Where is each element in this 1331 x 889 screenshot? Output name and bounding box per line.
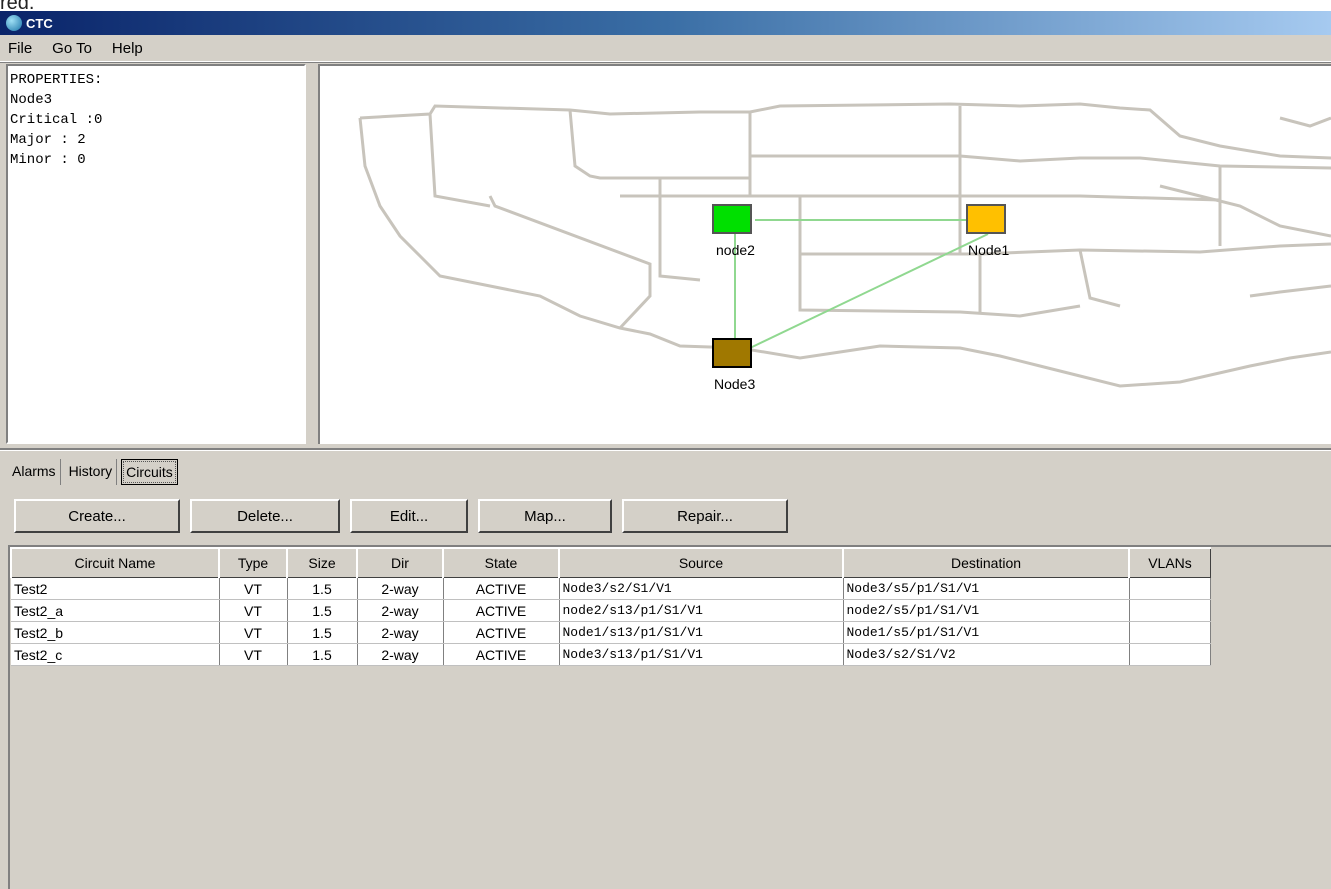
map-button[interactable]: Map... xyxy=(478,499,612,533)
cell-state: ACTIVE xyxy=(443,621,560,644)
cell-destination: Node3/s2/S1/V2 xyxy=(843,643,1130,666)
cell-dir: 2-way xyxy=(357,643,444,666)
cell-vlans xyxy=(1129,643,1211,666)
cell-state: ACTIVE xyxy=(443,643,560,666)
circuits-table-container[interactable]: Circuit Name Type Size Dir State Source … xyxy=(8,545,1331,889)
table-row[interactable]: Test2_a VT 1.5 2-way ACTIVE node2/s13/p1… xyxy=(11,599,1211,622)
col-source[interactable]: Source xyxy=(558,547,844,578)
cell-type: VT xyxy=(219,577,288,600)
cell-dir: 2-way xyxy=(357,577,444,600)
node1-label: Node1 xyxy=(968,242,1010,258)
table-header-row: Circuit Name Type Size Dir State Source … xyxy=(10,547,1211,578)
col-type[interactable]: Type xyxy=(218,547,288,578)
tab-alarms[interactable]: Alarms xyxy=(8,459,61,485)
cell-vlans xyxy=(1129,599,1211,622)
network-view: PROPERTIES: Node3 Critical :0 Major : 2 … xyxy=(0,62,1331,448)
cell-vlans xyxy=(1129,621,1211,644)
cell-dir: 2-way xyxy=(357,621,444,644)
col-circuit-name[interactable]: Circuit Name xyxy=(10,547,220,578)
view-tabs: Alarms History Circuits xyxy=(8,459,182,485)
node2-label: node2 xyxy=(716,242,755,258)
col-dir[interactable]: Dir xyxy=(356,547,444,578)
menu-help[interactable]: Help xyxy=(112,40,143,57)
node1-marker[interactable] xyxy=(966,204,1006,234)
ctc-app-icon xyxy=(6,15,22,31)
cell-destination: Node1/s5/p1/S1/V1 xyxy=(843,621,1130,644)
node3-label: Node3 xyxy=(714,376,756,392)
cell-type: VT xyxy=(219,599,288,622)
table-row[interactable]: Test2 VT 1.5 2-way ACTIVE Node3/s2/S1/V1… xyxy=(11,577,1211,600)
cell-size: 1.5 xyxy=(287,599,358,622)
cell-circuit-name: Test2_a xyxy=(11,599,220,622)
cell-size: 1.5 xyxy=(287,577,358,600)
cell-vlans xyxy=(1129,577,1211,600)
page: red. CTC File Go To Help PROPERTIES: Nod… xyxy=(0,0,1331,889)
cell-source: Node3/s2/S1/V1 xyxy=(559,577,844,600)
cell-source: node2/s13/p1/S1/V1 xyxy=(559,599,844,622)
cell-circuit-name: Test2_c xyxy=(11,643,220,666)
menu-file[interactable]: File xyxy=(8,40,32,57)
menu-bar: File Go To Help xyxy=(0,35,1331,62)
node2-marker[interactable] xyxy=(712,204,752,234)
col-state[interactable]: State xyxy=(442,547,560,578)
cell-type: VT xyxy=(219,643,288,666)
properties-minor: Minor : 0 xyxy=(10,152,86,168)
network-map[interactable]: node2 Node1 Node3 xyxy=(318,64,1331,444)
cell-size: 1.5 xyxy=(287,643,358,666)
cell-source: Node3/s13/p1/S1/V1 xyxy=(559,643,844,666)
window-title: CTC xyxy=(26,15,53,31)
cell-state: ACTIVE xyxy=(443,599,560,622)
properties-heading: PROPERTIES: xyxy=(10,72,103,88)
table-row[interactable]: Test2_c VT 1.5 2-way ACTIVE Node3/s13/p1… xyxy=(11,643,1211,666)
tab-circuits[interactable]: Circuits xyxy=(121,459,178,485)
circuits-table: Circuit Name Type Size Dir State Source … xyxy=(10,547,1211,666)
menu-go-to[interactable]: Go To xyxy=(52,40,92,57)
cell-type: VT xyxy=(219,621,288,644)
cell-dir: 2-way xyxy=(357,599,444,622)
properties-panel: PROPERTIES: Node3 Critical :0 Major : 2 … xyxy=(6,64,306,444)
create-button[interactable]: Create... xyxy=(14,499,180,533)
tab-history[interactable]: History xyxy=(65,459,118,485)
cell-state: ACTIVE xyxy=(443,577,560,600)
pane-divider[interactable] xyxy=(0,448,1331,451)
repair-button[interactable]: Repair... xyxy=(622,499,788,533)
cell-destination: Node3/s5/p1/S1/V1 xyxy=(843,577,1130,600)
col-destination[interactable]: Destination xyxy=(842,547,1130,578)
title-bar: CTC xyxy=(0,11,1331,35)
table-row[interactable]: Test2_b VT 1.5 2-way ACTIVE Node1/s13/p1… xyxy=(11,621,1211,644)
cell-destination: node2/s5/p1/S1/V1 xyxy=(843,599,1130,622)
delete-button[interactable]: Delete... xyxy=(190,499,340,533)
properties-node-name: Node3 xyxy=(10,92,53,108)
col-vlans[interactable]: VLANs xyxy=(1128,547,1211,578)
cell-source: Node1/s13/p1/S1/V1 xyxy=(559,621,844,644)
node3-marker[interactable] xyxy=(712,338,752,368)
properties-major: Major : 2 xyxy=(10,132,86,148)
col-size[interactable]: Size xyxy=(286,547,358,578)
us-map-outline xyxy=(358,102,1331,388)
edit-button[interactable]: Edit... xyxy=(350,499,468,533)
link-node1-node3 xyxy=(749,233,989,349)
properties-critical: Critical :0 xyxy=(10,112,103,128)
cell-circuit-name: Test2 xyxy=(11,577,220,600)
cell-circuit-name: Test2_b xyxy=(11,621,220,644)
cell-size: 1.5 xyxy=(287,621,358,644)
circuit-toolbar: Create... Delete... Edit... Map... Repai… xyxy=(14,499,798,533)
